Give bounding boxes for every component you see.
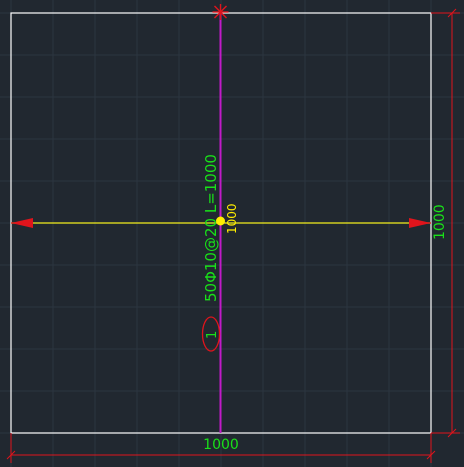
rebar-label[interactable]: 50Φ10@20 L=1000 xyxy=(202,154,220,302)
center-width-label[interactable]: 1000 xyxy=(225,203,239,234)
right-dimension-text: 1000 xyxy=(432,204,448,240)
rebar-number: 1 xyxy=(205,331,220,339)
drawing-canvas[interactable]: 50Φ10@20 L=1000 1000 1 1000 1000 xyxy=(0,0,464,467)
asterisk-snap-icon[interactable] xyxy=(212,4,229,20)
bottom-dimension-text: 1000 xyxy=(203,437,239,453)
cad-viewport[interactable]: 50Φ10@20 L=1000 1000 1 1000 1000 xyxy=(0,0,464,467)
